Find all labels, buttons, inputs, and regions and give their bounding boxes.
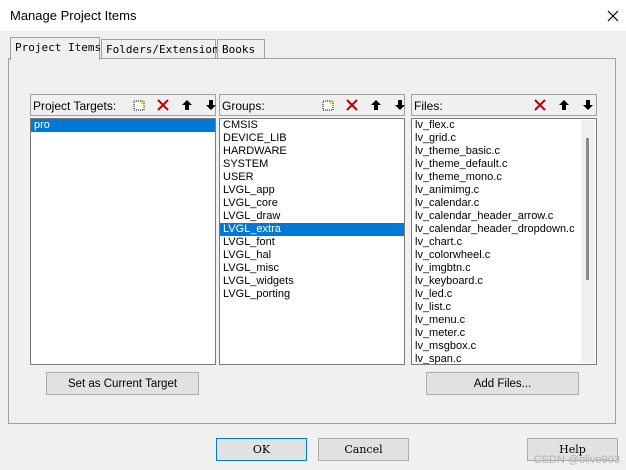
delete-icon[interactable] [152, 95, 174, 115]
list-item[interactable]: LVGL_app [220, 184, 404, 197]
list-item[interactable]: USER [220, 171, 404, 184]
list-item[interactable]: pro [31, 119, 215, 132]
groups-list[interactable]: CMSIS DEVICE_LIB HARDWARE SYSTEM USER LV… [219, 118, 405, 365]
move-up-icon[interactable] [365, 95, 387, 115]
targets-toolbar [126, 94, 222, 116]
list-item[interactable]: LVGL_misc [220, 262, 404, 275]
list-item[interactable]: lv_imgbtn.c [412, 262, 596, 275]
list-item[interactable]: lv_calendar_header_arrow.c [412, 210, 596, 223]
list-item[interactable]: lv_msgbox.c [412, 340, 596, 353]
list-item[interactable]: DEVICE_LIB [220, 132, 404, 145]
list-item[interactable]: lv_calendar_header_dropdown.c [412, 223, 596, 236]
files-label: Files: [414, 99, 443, 113]
tab-books[interactable]: Books [217, 39, 265, 59]
tab-project-items[interactable]: Project Items [10, 37, 101, 60]
list-item[interactable]: lv_flex.c [412, 119, 596, 132]
list-item[interactable]: lv_theme_mono.c [412, 171, 596, 184]
watermark: CSDN @olive903 [533, 454, 620, 466]
list-item[interactable]: lv_span.c [412, 353, 596, 364]
add-files-button[interactable]: Add Files... [426, 372, 579, 395]
new-item-icon[interactable] [317, 95, 339, 115]
list-item[interactable]: LVGL_porting [220, 288, 404, 301]
list-item[interactable]: lv_menu.c [412, 314, 596, 327]
list-item[interactable]: lv_list.c [412, 301, 596, 314]
tab-folders-extensions[interactable]: Folders/Extensions [101, 39, 225, 59]
files-list[interactable]: lv_flex.c lv_grid.c lv_theme_basic.c lv_… [411, 118, 597, 365]
list-item[interactable]: lv_chart.c [412, 236, 596, 249]
list-item[interactable]: CMSIS [220, 119, 404, 132]
cancel-button[interactable]: Cancel [318, 438, 409, 461]
files-toolbar [527, 94, 599, 116]
targets-label: Project Targets: [33, 99, 117, 113]
list-item[interactable]: lv_calendar.c [412, 197, 596, 210]
list-item[interactable]: lv_animimg.c [412, 184, 596, 197]
list-item[interactable]: LVGL_draw [220, 210, 404, 223]
list-item[interactable]: HARDWARE [220, 145, 404, 158]
list-item[interactable]: lv_theme_default.c [412, 158, 596, 171]
list-item[interactable]: lv_led.c [412, 288, 596, 301]
close-icon[interactable] [600, 0, 626, 31]
list-item[interactable]: LVGL_font [220, 236, 404, 249]
list-item[interactable]: LVGL_extra [220, 223, 404, 236]
list-item[interactable]: lv_keyboard.c [412, 275, 596, 288]
window-title: Manage Project Items [10, 8, 137, 23]
list-item[interactable]: lv_colorwheel.c [412, 249, 596, 262]
targets-list[interactable]: pro [30, 118, 216, 365]
files-scrollbar[interactable] [581, 120, 595, 363]
scrollbar-thumb[interactable] [586, 138, 589, 280]
list-item[interactable]: lv_theme_basic.c [412, 145, 596, 158]
list-item[interactable]: SYSTEM [220, 158, 404, 171]
set-current-target-button[interactable]: Set as Current Target [46, 372, 199, 395]
move-down-icon[interactable] [389, 95, 411, 115]
new-item-icon[interactable] [128, 95, 150, 115]
move-down-icon[interactable] [577, 95, 599, 115]
list-item[interactable]: lv_meter.c [412, 327, 596, 340]
delete-icon[interactable] [529, 95, 551, 115]
ok-button[interactable]: OK [216, 438, 307, 461]
move-up-icon[interactable] [176, 95, 198, 115]
groups-toolbar [315, 94, 411, 116]
list-item[interactable]: LVGL_hal [220, 249, 404, 262]
move-up-icon[interactable] [553, 95, 575, 115]
list-item[interactable]: LVGL_core [220, 197, 404, 210]
groups-label: Groups: [222, 99, 265, 113]
list-item[interactable]: lv_grid.c [412, 132, 596, 145]
title-bar: Manage Project Items [0, 0, 626, 31]
list-item[interactable]: LVGL_widgets [220, 275, 404, 288]
delete-icon[interactable] [341, 95, 363, 115]
